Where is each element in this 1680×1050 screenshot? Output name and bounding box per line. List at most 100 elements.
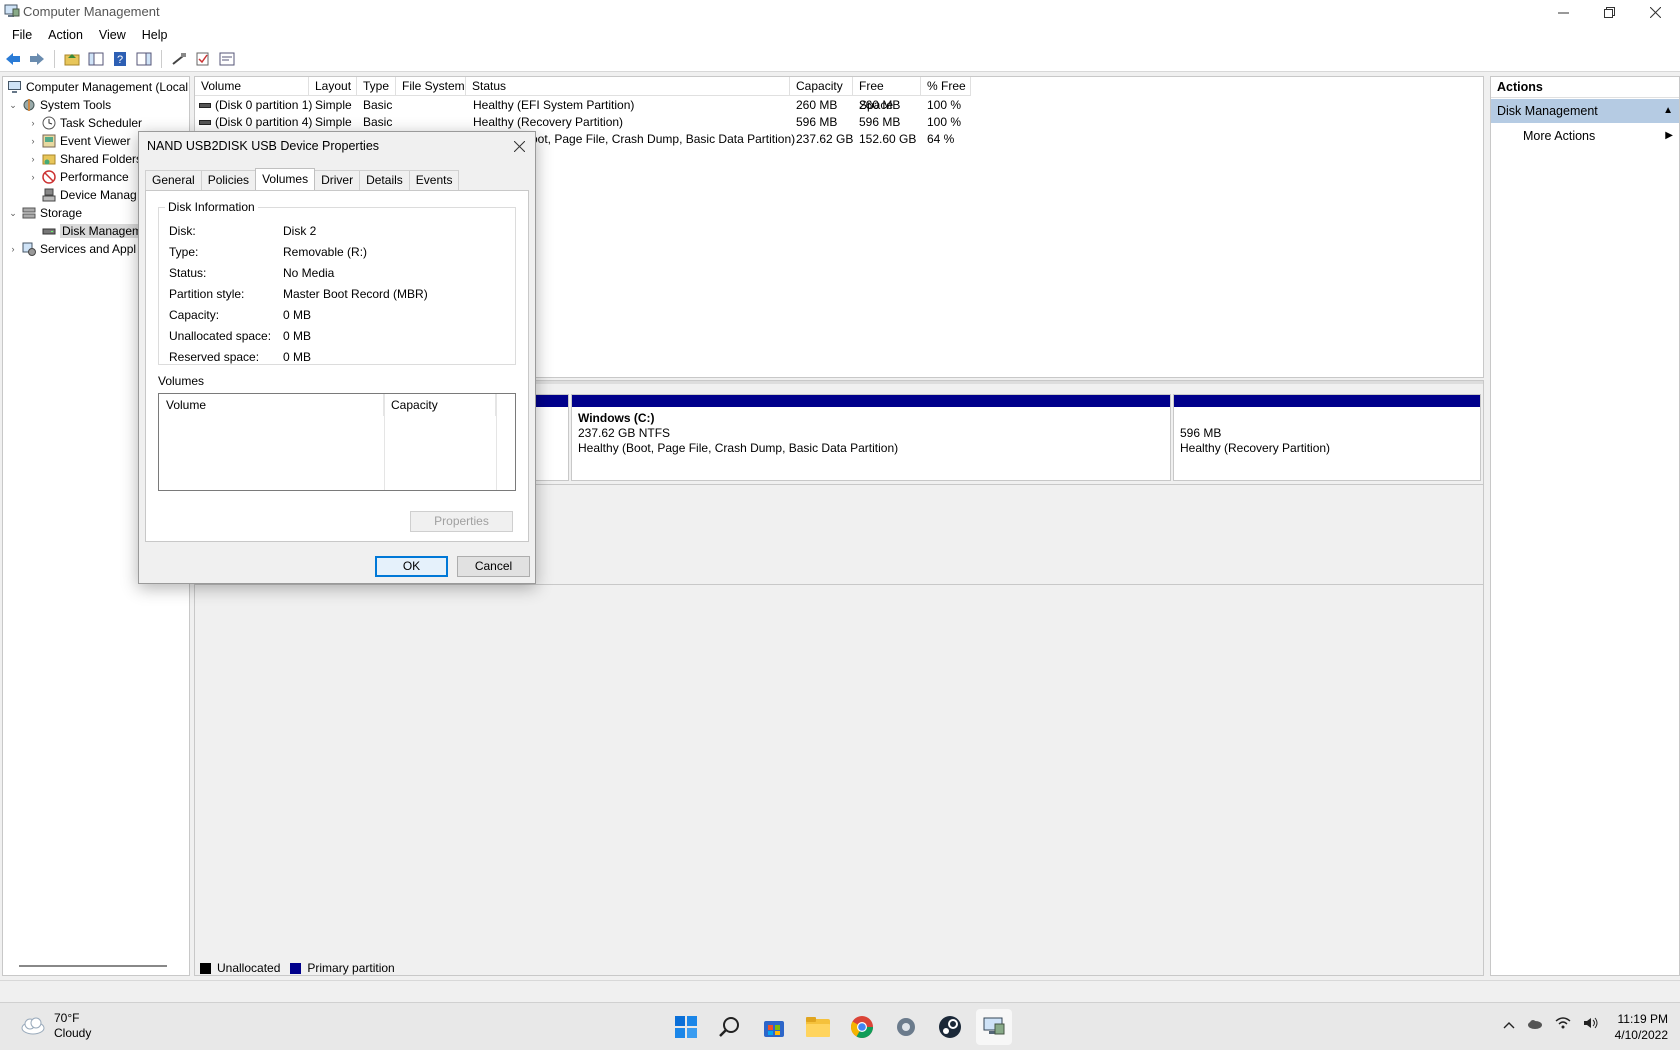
disk-properties-dialog: NAND USB2DISK USB Device Properties Gene… [138, 131, 536, 584]
storage-icon [21, 205, 37, 221]
tree-item-performance[interactable]: › Performance [27, 168, 129, 186]
partition-recovery[interactable]: 596 MB Healthy (Recovery Partition) [1173, 394, 1481, 481]
menu-view[interactable]: View [91, 28, 134, 42]
close-button[interactable] [1632, 0, 1678, 24]
collapse-up-icon[interactable]: ▲ [1663, 99, 1673, 123]
volume-properties-button[interactable]: Properties [410, 511, 513, 532]
menu-help[interactable]: Help [134, 28, 176, 42]
computer-management-taskbar-icon[interactable] [976, 1009, 1012, 1045]
ok-button[interactable]: OK [375, 556, 448, 577]
window-title: Computer Management [23, 4, 160, 19]
partition-windows-c[interactable]: Windows (C:) 237.62 GB NTFS Healthy (Boo… [571, 394, 1171, 481]
store-icon[interactable] [756, 1009, 792, 1045]
checklist-icon[interactable] [194, 50, 212, 68]
chevron-right-icon[interactable]: › [7, 244, 19, 254]
services-icon [21, 241, 37, 257]
volumes-column-capacity[interactable]: Capacity [384, 394, 496, 416]
connect-icon[interactable] [170, 50, 188, 68]
restore-button[interactable] [1586, 0, 1632, 24]
chevron-down-icon[interactable]: ⌄ [7, 100, 19, 111]
chevron-right-icon[interactable]: › [27, 136, 39, 146]
taskbar-clock[interactable]: 11:19 PM 4/10/2022 [1615, 1011, 1668, 1043]
cell-free-space: 596 MB [859, 115, 901, 129]
column-divider [384, 394, 385, 490]
chevron-down-icon[interactable]: ⌄ [7, 208, 19, 219]
actions-section-disk-management[interactable]: Disk Management ▲ [1491, 99, 1679, 123]
volume-icon [199, 103, 211, 109]
cell-percent-free: 64 % [927, 132, 955, 146]
column-header-file-system[interactable]: File System [396, 77, 466, 96]
volume-icon [199, 120, 211, 126]
show-action-pane-icon[interactable] [135, 50, 153, 68]
wifi-icon[interactable] [1555, 1017, 1571, 1032]
volumes-listview[interactable]: Volume Capacity [158, 393, 516, 491]
menu-action[interactable]: Action [40, 28, 91, 42]
up-folder-icon[interactable] [63, 50, 81, 68]
onedrive-cloud-icon[interactable] [1527, 1018, 1543, 1032]
tree-item-system-tools[interactable]: ⌄ System Tools [7, 96, 111, 114]
partition-name: Windows (C:) [578, 411, 655, 425]
menu-file[interactable]: File [4, 28, 40, 42]
tree-item-task-scheduler[interactable]: › Task Scheduler [27, 114, 143, 132]
tab-driver[interactable]: Driver [314, 170, 361, 190]
column-header-layout[interactable]: Layout [309, 77, 357, 96]
chrome-icon[interactable] [844, 1009, 880, 1045]
toolbar-separator [54, 49, 55, 68]
clock-date: 4/10/2022 [1614, 1028, 1668, 1042]
cancel-button[interactable]: Cancel [457, 556, 530, 577]
file-explorer-icon[interactable] [800, 1009, 836, 1045]
column-header-capacity[interactable]: Capacity [790, 77, 853, 96]
chevron-right-icon[interactable]: › [27, 172, 39, 182]
table-row[interactable]: (Disk 0 partition 4) Simple Basic Health… [195, 114, 975, 131]
forward-arrow-icon[interactable] [28, 50, 46, 68]
minimize-button[interactable] [1540, 0, 1586, 24]
cell-free-space: 260 MB [859, 98, 901, 112]
tab-general[interactable]: General [145, 170, 202, 190]
volume-speaker-icon[interactable] [1583, 1017, 1599, 1032]
column-header-status[interactable]: Status [466, 77, 790, 96]
help-icon[interactable]: ? [111, 50, 129, 68]
start-button[interactable] [668, 1009, 704, 1045]
tree-item-storage[interactable]: ⌄ Storage [7, 204, 82, 222]
info-key: Status: [169, 266, 207, 280]
cell-layout: Simple [315, 98, 352, 112]
show-hide-tree-icon[interactable] [87, 50, 105, 68]
column-header-free-space[interactable]: Free Space [853, 77, 921, 112]
back-arrow-icon[interactable] [4, 50, 22, 68]
no-entry-icon [41, 169, 57, 185]
volumes-column-volume[interactable]: Volume [159, 394, 384, 416]
primary-partition-swatch [290, 962, 302, 974]
more-actions-item[interactable]: More Actions ▶ [1491, 125, 1679, 147]
tree-item-event-viewer[interactable]: › Event Viewer [27, 132, 131, 150]
disk-management-icon [41, 223, 57, 239]
tree-item-services-and-applications[interactable]: › Services and Appl [7, 240, 136, 258]
tab-events[interactable]: Events [408, 170, 460, 190]
column-header-type[interactable]: Type [357, 77, 396, 96]
chevron-right-icon[interactable]: › [27, 118, 39, 128]
settings-gear-icon[interactable] [888, 1009, 924, 1045]
steam-icon[interactable] [932, 1009, 968, 1045]
weather-widget[interactable]: 70°F Cloudy [20, 1011, 91, 1041]
tree-item-disk-management[interactable]: Disk Managem [27, 222, 145, 240]
tab-policies[interactable]: Policies [200, 170, 257, 190]
table-row[interactable]: (Disk 0 partition 1) Simple Basic Health… [195, 97, 975, 114]
search-icon[interactable] [712, 1009, 748, 1045]
column-header-volume[interactable]: Volume [195, 77, 309, 96]
tab-volumes[interactable]: Volumes [255, 168, 316, 190]
cell-status: Healthy (Recovery Partition) [473, 115, 624, 129]
partition-status: Healthy (Recovery Partition) [1180, 441, 1331, 455]
tree-horizontal-scrollbar[interactable] [19, 965, 167, 967]
tree-item-root[interactable]: Computer Management (Local [5, 78, 188, 96]
primary-partition-bar [1174, 395, 1480, 407]
chevron-right-icon[interactable]: › [27, 154, 39, 164]
primary-partition-bar [572, 395, 1170, 407]
chevron-up-icon[interactable] [1503, 1018, 1515, 1032]
dialog-close-icon[interactable] [503, 132, 535, 160]
info-value: Removable (R:) [283, 245, 368, 259]
properties-window-icon[interactable] [218, 50, 236, 68]
tree-item-device-manager[interactable]: Device Manag [27, 186, 137, 204]
info-value: Master Boot Record (MBR) [283, 287, 428, 301]
tab-details[interactable]: Details [359, 170, 410, 190]
column-header-percent-free[interactable]: % Free [921, 77, 971, 96]
tree-item-shared-folders[interactable]: › Shared Folders [27, 150, 143, 168]
